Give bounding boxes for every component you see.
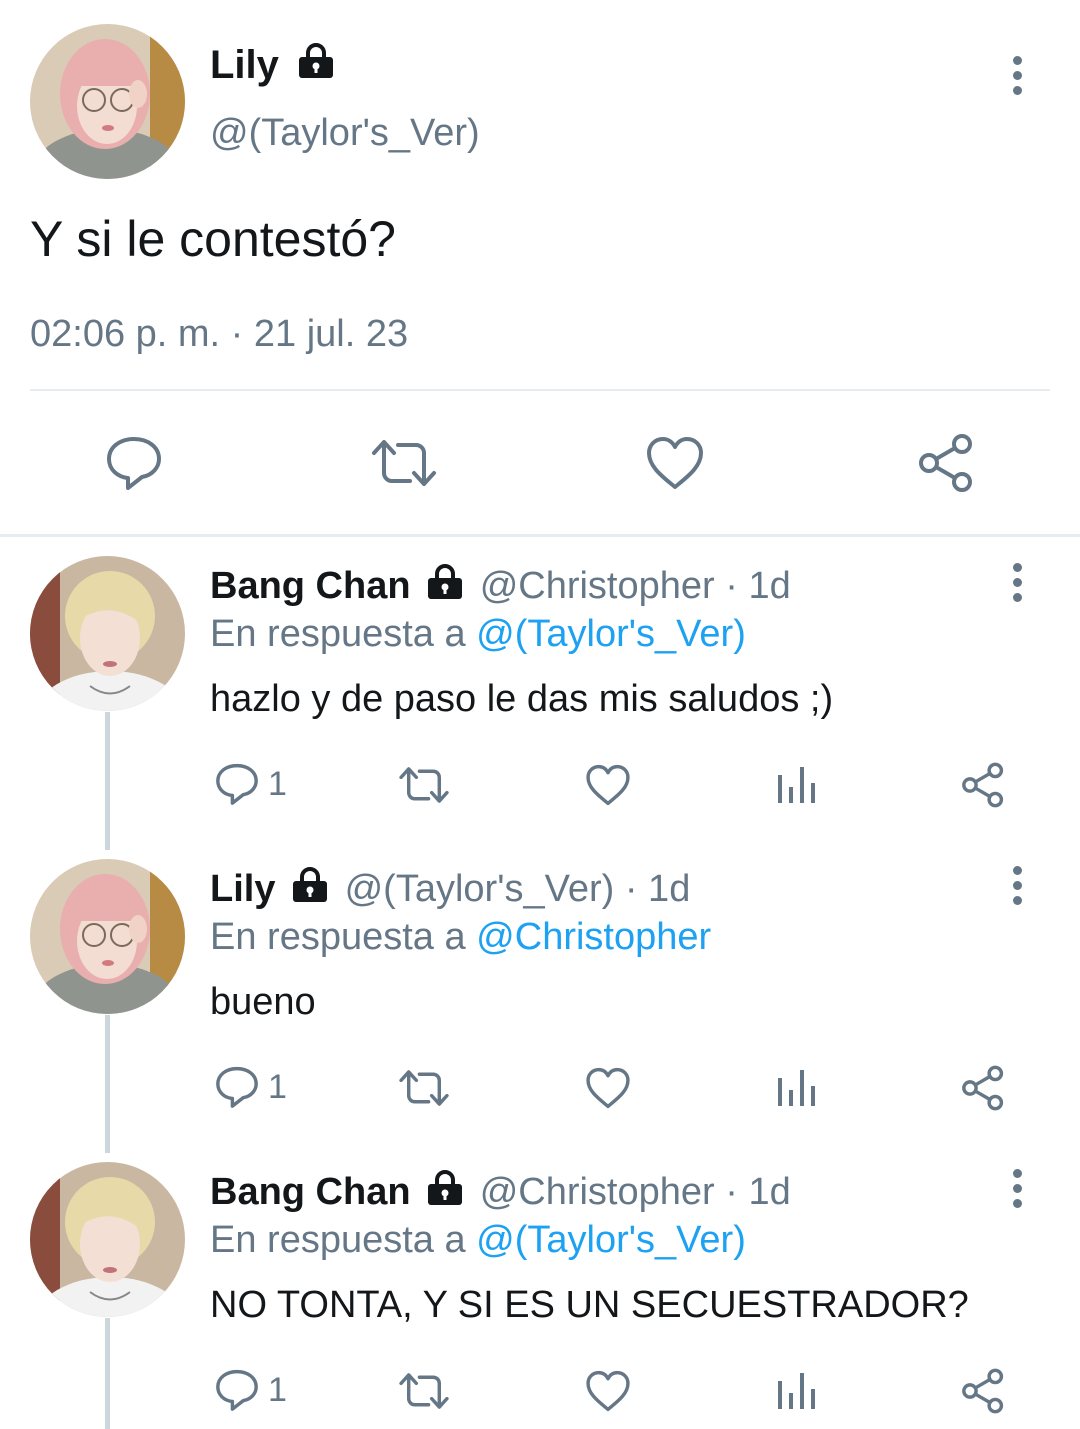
- reply-count: 1: [268, 1067, 287, 1106]
- reply-context: En respuesta a @(Taylor's_Ver): [210, 1216, 746, 1264]
- like-button[interactable]: [585, 763, 631, 807]
- reply-text: bueno: [210, 981, 316, 1023]
- lock-icon: [290, 866, 330, 916]
- reply-prefix: En respuesta a: [210, 1219, 466, 1261]
- thread-line: [105, 1318, 110, 1429]
- reply-time: · 1d: [725, 565, 791, 607]
- reply-header: Lily @(Taylor's_Ver) · 1d: [210, 865, 690, 916]
- reply-prefix: En respuesta a: [210, 916, 466, 958]
- retweet-icon: [399, 767, 449, 803]
- share-icon: [962, 762, 1004, 808]
- reply-avatar[interactable]: [30, 1162, 185, 1317]
- reply-time: · 1d: [725, 1171, 791, 1213]
- share-button[interactable]: [960, 1368, 1006, 1414]
- reply-icon: [216, 1369, 258, 1411]
- reply-context: En respuesta a @Christopher: [210, 913, 711, 961]
- lock-icon: [425, 563, 465, 613]
- like-button[interactable]: [585, 1369, 631, 1413]
- author-name[interactable]: Lily: [210, 43, 279, 87]
- share-button[interactable]: [960, 762, 1006, 808]
- like-icon: [647, 437, 703, 489]
- main-tweet-header: Lily: [210, 40, 336, 92]
- reply-button[interactable]: 1: [214, 762, 287, 806]
- reply-count: 1: [268, 1370, 287, 1409]
- reply-icon: [216, 763, 258, 805]
- retweet-button[interactable]: [370, 437, 438, 489]
- retweet-button[interactable]: [398, 1371, 450, 1411]
- like-icon: [586, 764, 630, 806]
- reply-avatar[interactable]: [30, 556, 185, 711]
- tweet-timestamp: 02:06 p. m. · 21 jul. 23: [30, 313, 409, 355]
- lock-icon: [296, 42, 336, 92]
- retweet-button[interactable]: [398, 765, 450, 805]
- reply-header: Bang Chan @Christopher · 1d: [210, 1168, 791, 1219]
- share-icon: [962, 1368, 1004, 1414]
- reply-prefix: En respuesta a: [210, 613, 466, 655]
- retweet-icon: [399, 1070, 449, 1106]
- reply-avatar[interactable]: [30, 859, 185, 1014]
- divider: [30, 389, 1050, 391]
- tweet-text: Y si le contestó?: [30, 211, 396, 267]
- reply-button[interactable]: 1: [214, 1368, 287, 1412]
- analytics-button[interactable]: [776, 1371, 816, 1411]
- more-options-icon[interactable]: [997, 1163, 1037, 1213]
- author-handle[interactable]: @Christopher: [480, 1171, 715, 1213]
- reply-text: hazlo y de paso le das mis saludos ;): [210, 678, 834, 720]
- thread-line: [105, 712, 110, 850]
- analytics-icon: [778, 767, 815, 803]
- reply-to-link[interactable]: @(Taylor's_Ver): [476, 613, 746, 655]
- reply-count: 1: [268, 764, 287, 803]
- more-options-icon[interactable]: [997, 860, 1037, 910]
- share-icon: [919, 434, 972, 492]
- retweet-icon: [399, 1373, 449, 1409]
- like-icon: [586, 1067, 630, 1109]
- reply-text: NO TONTA, Y SI ES UN SECUESTRADOR?: [210, 1284, 969, 1326]
- analytics-button[interactable]: [776, 765, 816, 805]
- analytics-button[interactable]: [776, 1068, 816, 1108]
- more-options-icon[interactable]: [997, 557, 1037, 607]
- like-button[interactable]: [645, 435, 705, 491]
- share-icon: [962, 1065, 1004, 1111]
- author-name[interactable]: Lily: [210, 868, 275, 910]
- thread-line: [105, 1015, 110, 1153]
- section-separator: [0, 534, 1080, 537]
- reply-context: En respuesta a @(Taylor's_Ver): [210, 610, 746, 658]
- reply-button[interactable]: 1: [214, 1065, 287, 1109]
- main-tweet-avatar[interactable]: [30, 24, 185, 179]
- reply-header: Bang Chan @Christopher · 1d: [210, 562, 791, 613]
- like-icon: [586, 1370, 630, 1412]
- share-button[interactable]: [960, 1065, 1006, 1111]
- analytics-icon: [778, 1373, 815, 1409]
- like-button[interactable]: [585, 1066, 631, 1110]
- share-button[interactable]: [916, 433, 976, 493]
- reply-icon: [216, 1066, 258, 1108]
- author-handle[interactable]: @(Taylor's_Ver): [345, 868, 615, 910]
- reply-to-link[interactable]: @Christopher: [476, 916, 711, 958]
- reply-to-link[interactable]: @(Taylor's_Ver): [476, 1219, 746, 1261]
- analytics-icon: [778, 1070, 815, 1106]
- reply-button[interactable]: [104, 435, 164, 491]
- lock-icon: [425, 1169, 465, 1219]
- reply-time: · 1d: [624, 868, 691, 910]
- retweet-icon: [372, 440, 436, 486]
- more-options-icon[interactable]: [997, 50, 1037, 100]
- author-handle[interactable]: @Christopher: [480, 565, 715, 607]
- reply-icon: [107, 437, 161, 490]
- author-name[interactable]: Bang Chan: [210, 1171, 411, 1213]
- author-name[interactable]: Bang Chan: [210, 565, 411, 607]
- retweet-button[interactable]: [398, 1068, 450, 1108]
- author-handle[interactable]: @(Taylor's_Ver): [210, 108, 480, 158]
